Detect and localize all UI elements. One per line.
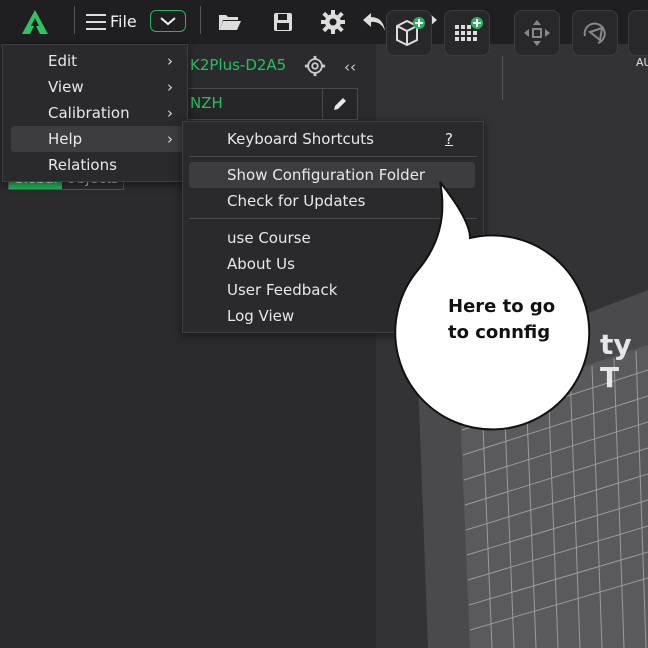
callout-text: Here to go to connfig [448, 296, 556, 343]
